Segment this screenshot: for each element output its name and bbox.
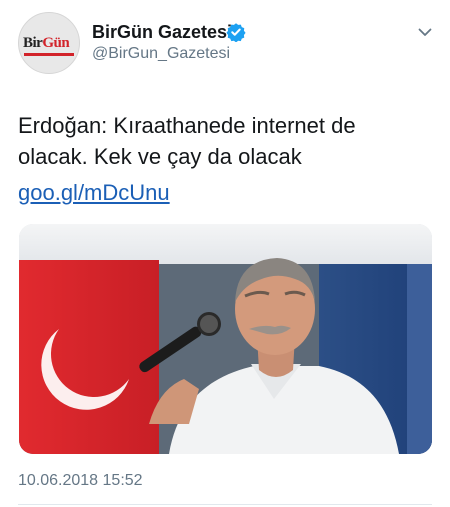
- tweet-timestamp[interactable]: 10.06.2018 15:52: [18, 472, 143, 490]
- avatar[interactable]: BirGün: [18, 12, 80, 74]
- verified-badge-icon: [226, 23, 246, 42]
- tweet-text-line: olacak. Kek ve çay da olacak: [18, 144, 302, 169]
- tweet-text-line: Erdoğan: Kıraathanede internet de: [18, 113, 356, 138]
- tweet-text: Erdoğan: Kıraathanede internet de olacak…: [18, 110, 433, 172]
- divider: [18, 504, 432, 505]
- avatar-logo: BirGün: [23, 35, 70, 51]
- account-name[interactable]: BirGün Gazetesi: [92, 22, 232, 43]
- chevron-down-icon[interactable]: [417, 24, 433, 40]
- account-handle[interactable]: @BirGun_Gazetesi: [92, 45, 230, 63]
- tweet-media-photo[interactable]: [19, 224, 432, 454]
- tweet-link[interactable]: goo.gl/mDcUnu: [18, 180, 170, 206]
- photo-image: [19, 224, 432, 454]
- avatar-logo-underline: [24, 53, 74, 56]
- tweet-header: BirGün BirGün Gazetesi @BirGun_Gazetesi: [0, 0, 450, 80]
